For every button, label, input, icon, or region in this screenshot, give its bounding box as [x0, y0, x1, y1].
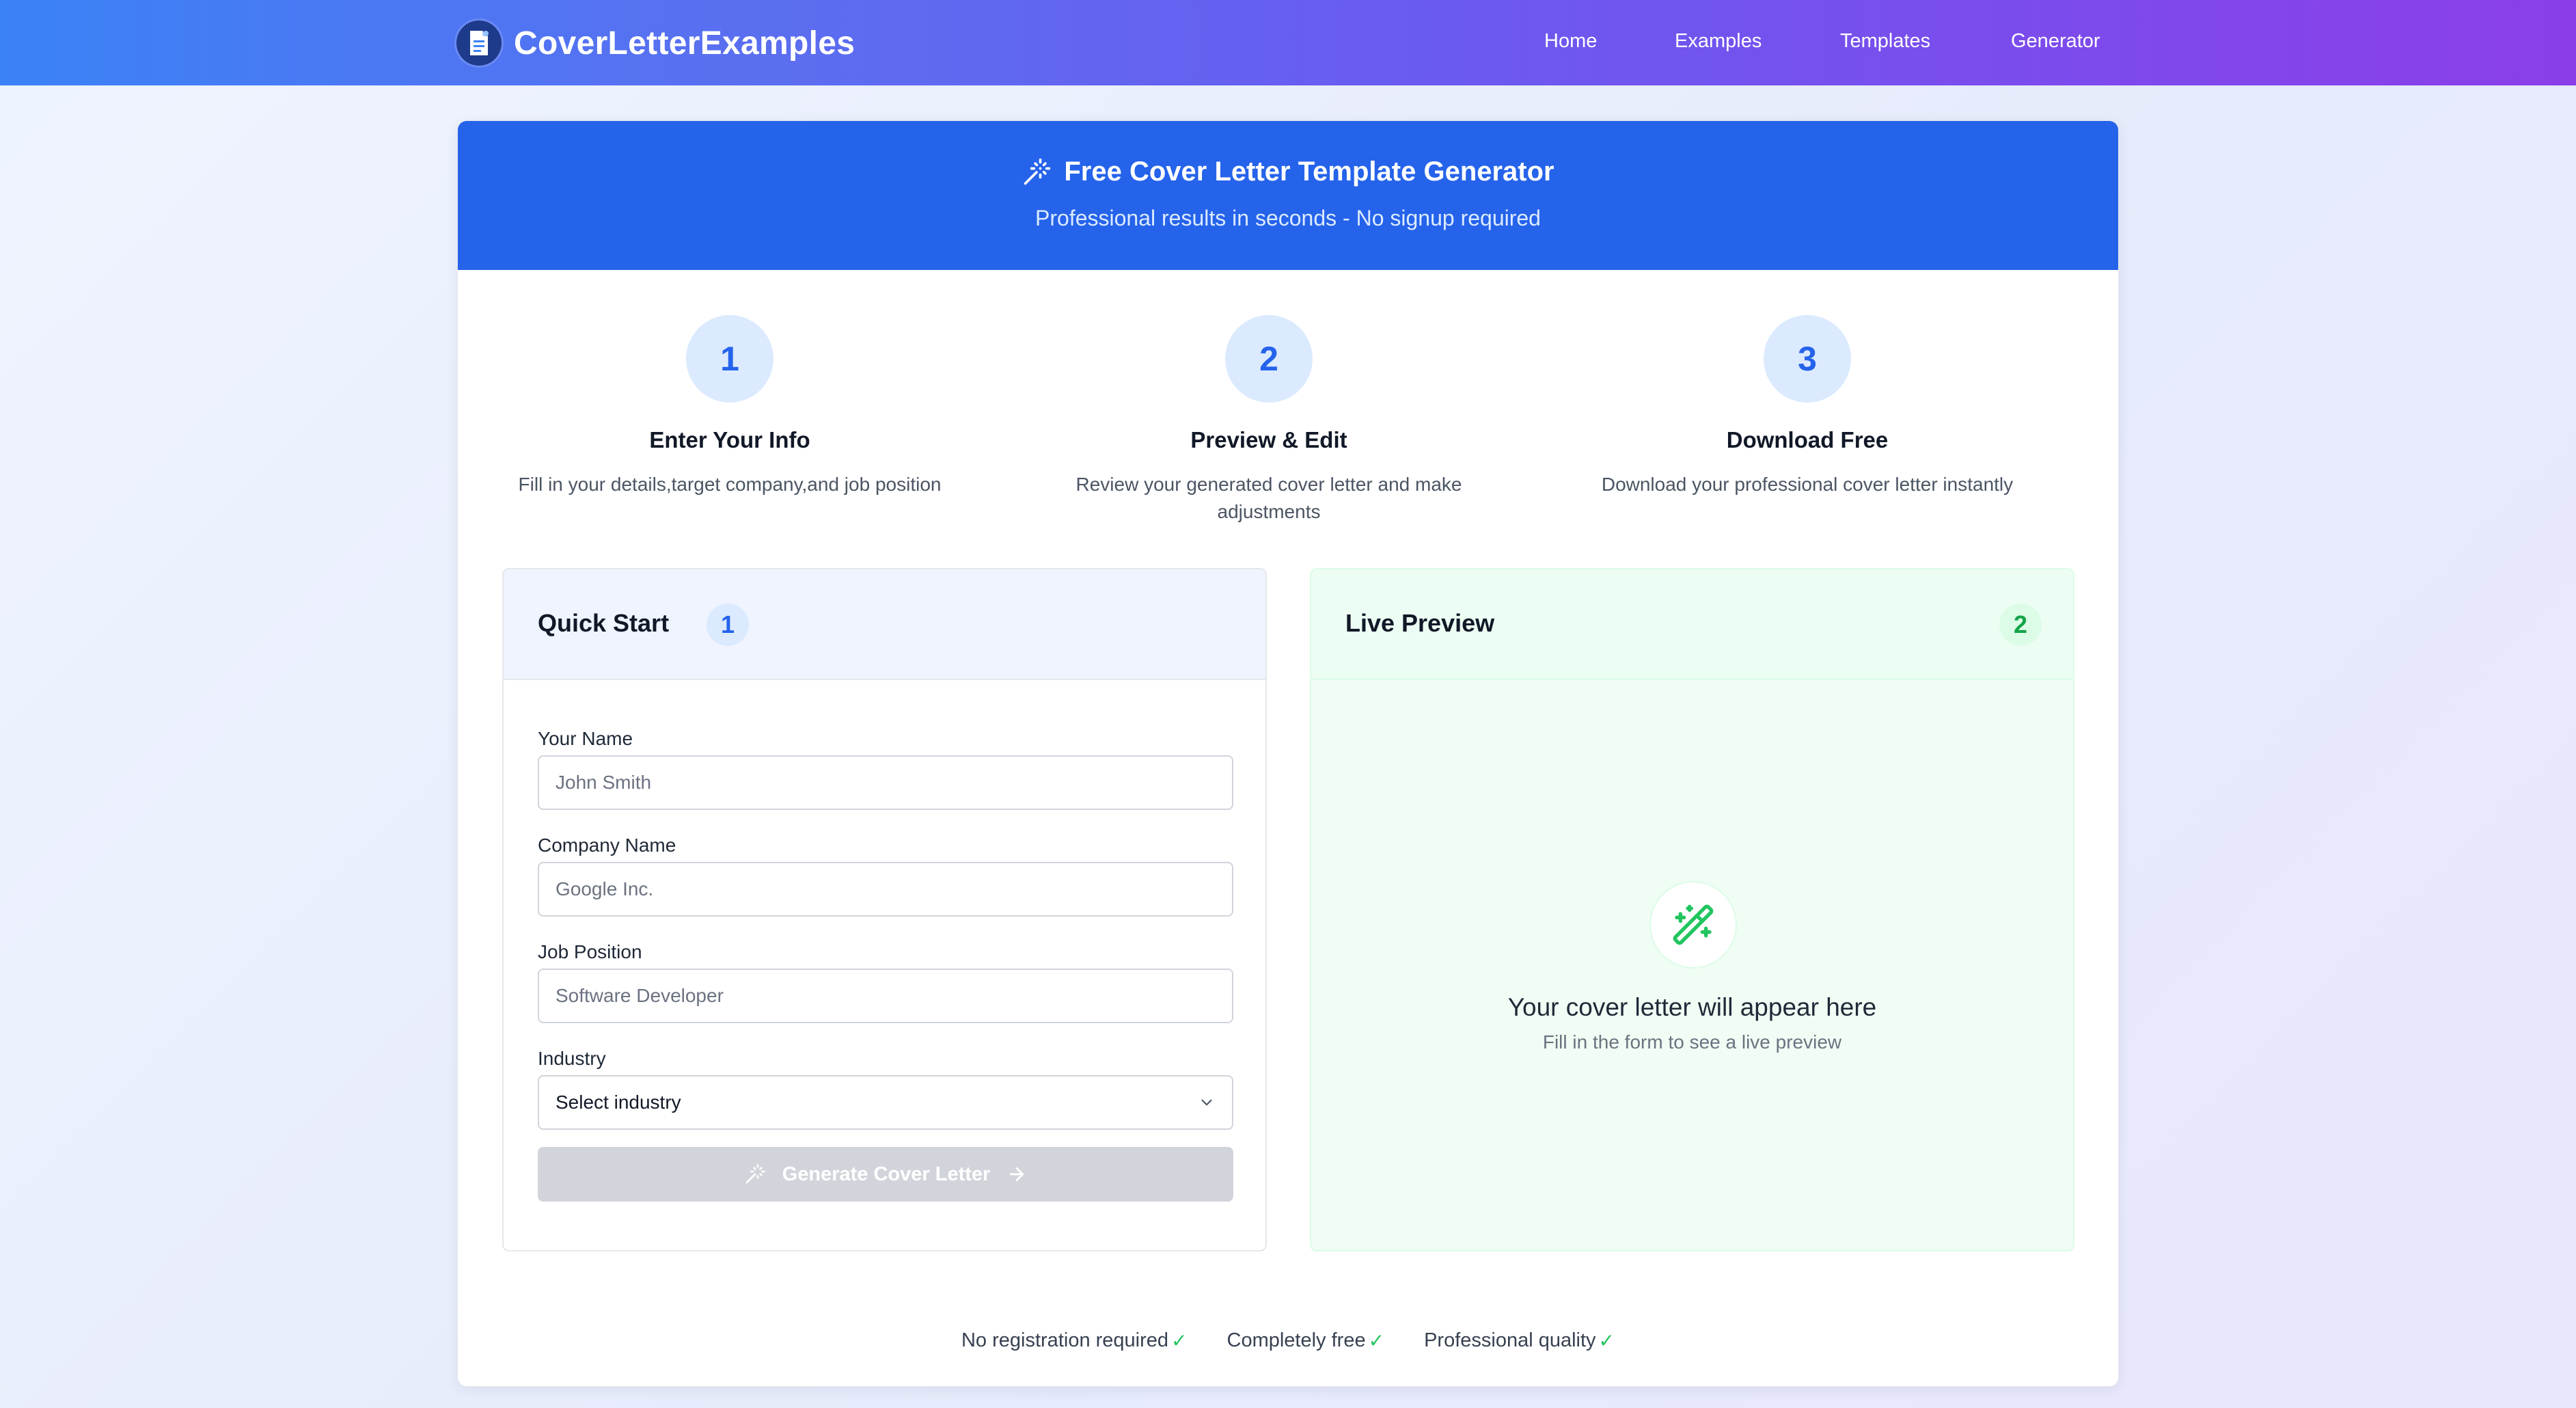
nav-link-templates[interactable]: Templates	[1840, 30, 1930, 53]
step-enter-info: 1 Enter Your Info Fill in your details,t…	[491, 315, 969, 498]
feature-label: No registration required	[961, 1329, 1169, 1351]
live-preview-panel: Live Preview 2 Your cover letter will ap…	[1310, 568, 2074, 1251]
check-icon: ✓	[1171, 1330, 1188, 1351]
step-title: Preview & Edit	[1190, 427, 1347, 452]
preview-empty-subtitle: Fill in the form to see a live preview	[1542, 1031, 1842, 1053]
preview-empty-title: Your cover letter will appear here	[1507, 993, 1877, 1021]
step-description: Fill in your details,target company,and …	[518, 474, 942, 495]
nav-link-home[interactable]: Home	[1544, 30, 1597, 53]
arrow-right-icon	[1010, 1167, 1024, 1182]
nav-link-generator[interactable]: Generator	[2011, 30, 2100, 53]
feature-label: Completely free	[1227, 1329, 1366, 1351]
company-label: Company Name	[538, 835, 676, 856]
industry-select-value: Select industry	[556, 1092, 681, 1113]
live-preview-title: Live Preview	[1345, 609, 1495, 637]
name-label: Your Name	[538, 728, 633, 749]
step-description: Review your generated cover letter and m…	[1075, 474, 1462, 522]
feature-item: No registration required ✓	[961, 1329, 1188, 1352]
generator-card: Free Cover Letter Template Generator Pro…	[457, 120, 2119, 1387]
card-subtitle: Professional results in seconds - No sig…	[1035, 206, 1541, 230]
check-icon: ✓	[1598, 1330, 1615, 1351]
step-title: Enter Your Info	[649, 427, 810, 452]
step-number: 2	[1225, 315, 1313, 403]
industry-select[interactable]: Select industry	[538, 1075, 1233, 1130]
step-number: 3	[1764, 315, 1851, 403]
chevron-down-icon	[1201, 1099, 1212, 1106]
generate-button-label: Generate Cover Letter	[782, 1163, 991, 1185]
quick-start-panel: Quick Start 1 Your Name Company Name Job…	[502, 568, 1267, 1251]
card-header: Free Cover Letter Template Generator Pro…	[458, 121, 2118, 270]
position-input[interactable]	[538, 969, 1233, 1023]
nav-links: Home Examples Templates Generator	[0, 0, 2576, 85]
step-badge: 2	[1999, 604, 2042, 646]
quick-start-title: Quick Start	[538, 609, 670, 637]
feature-item: Professional quality ✓	[1424, 1329, 1615, 1352]
check-icon: ✓	[1368, 1330, 1385, 1351]
step-preview-edit: 2 Preview & Edit Review your generated c…	[1030, 315, 1508, 526]
live-preview-header: Live Preview 2	[1311, 569, 2073, 680]
step-download: 3 Download Free Download your profession…	[1568, 315, 2046, 498]
name-input[interactable]	[538, 755, 1233, 810]
magic-wand-icon	[1024, 158, 1051, 185]
generate-cover-letter-button[interactable]: Generate Cover Letter	[538, 1147, 1233, 1202]
feature-item: Completely free ✓	[1227, 1329, 1385, 1352]
step-description: Download your professional cover letter …	[1601, 474, 2014, 495]
magic-wand-icon	[1649, 881, 1737, 969]
feature-list: No registration required ✓ Completely fre…	[458, 1329, 2118, 1352]
industry-label: Industry	[538, 1048, 606, 1069]
magic-wand-icon	[745, 1164, 765, 1184]
quick-start-header: Quick Start 1	[504, 569, 1265, 680]
feature-label: Professional quality	[1424, 1329, 1596, 1351]
step-title: Download Free	[1726, 427, 1889, 452]
step-badge: 1	[707, 604, 749, 646]
card-title-text: Free Cover Letter Template Generator	[1064, 157, 1554, 187]
card-title: Free Cover Letter Template Generator	[458, 157, 2118, 187]
nav-link-examples[interactable]: Examples	[1675, 30, 1762, 53]
top-navbar: CoverLetterExamples Home Examples Templa…	[0, 0, 2576, 85]
step-number: 1	[686, 315, 773, 403]
company-input[interactable]	[538, 862, 1233, 917]
position-label: Job Position	[538, 941, 642, 962]
